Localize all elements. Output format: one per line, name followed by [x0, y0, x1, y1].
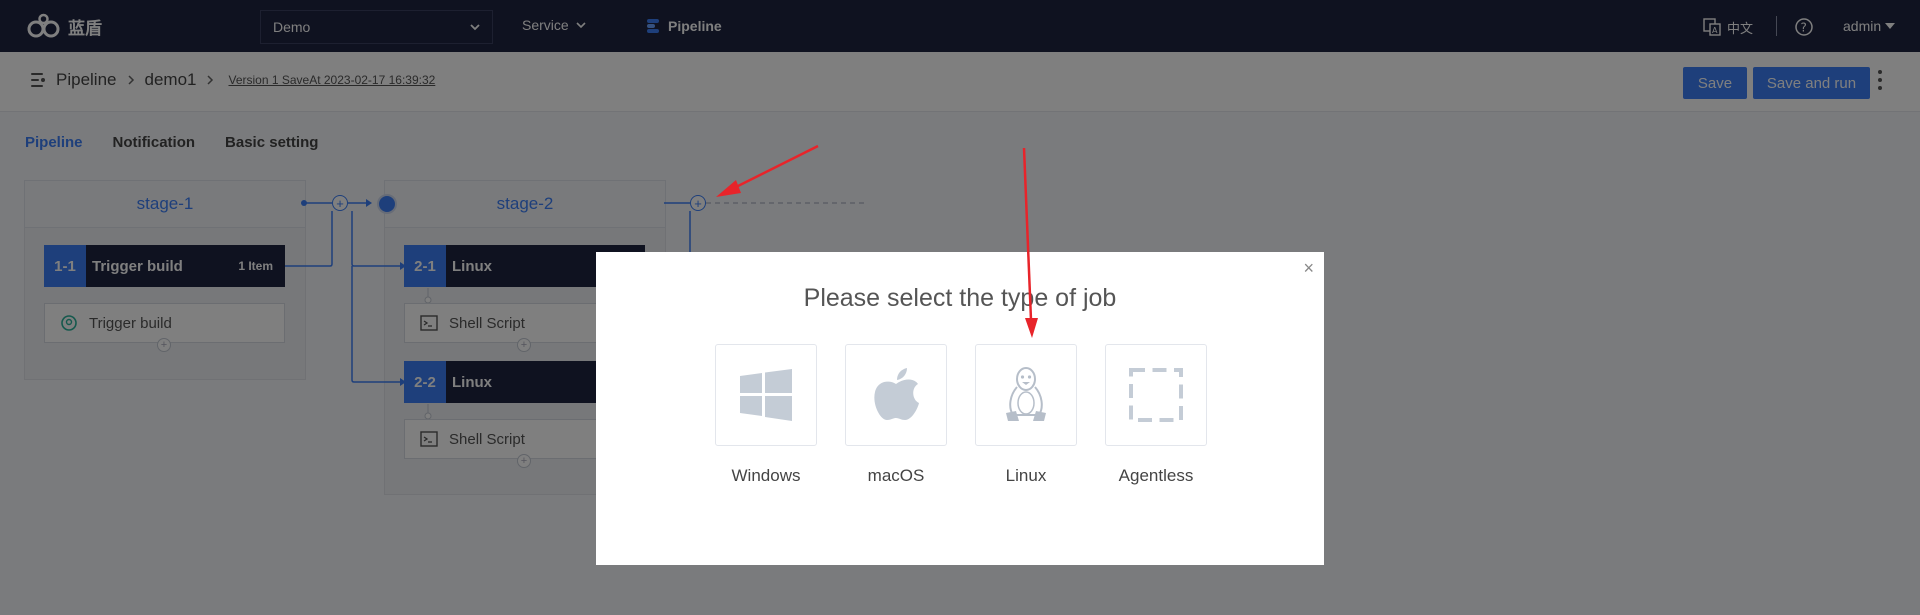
macos-option-box[interactable]: [845, 344, 947, 446]
windows-option-box[interactable]: [715, 344, 817, 446]
job-type-macos[interactable]: macOS: [845, 344, 947, 486]
job-type-windows[interactable]: Windows: [715, 344, 817, 486]
agentless-option-box[interactable]: [1105, 344, 1207, 446]
close-icon[interactable]: ×: [1303, 258, 1314, 279]
job-type-agentless[interactable]: Agentless: [1105, 344, 1207, 486]
apple-icon: [874, 368, 919, 420]
dialog-title: Please select the type of job: [803, 284, 1117, 312]
option-label: Agentless: [1118, 466, 1194, 485]
linux-icon: [1006, 367, 1046, 421]
windows-icon: [740, 369, 792, 421]
job-type-dialog: × Please select the type of job Windows …: [596, 252, 1324, 565]
option-label: Windows: [731, 466, 801, 485]
option-label: Linux: [1005, 466, 1047, 485]
option-label: macOS: [867, 466, 925, 485]
agentless-icon: [1129, 368, 1183, 422]
linux-option-box[interactable]: [975, 344, 1077, 446]
job-type-linux[interactable]: Linux: [975, 344, 1077, 486]
